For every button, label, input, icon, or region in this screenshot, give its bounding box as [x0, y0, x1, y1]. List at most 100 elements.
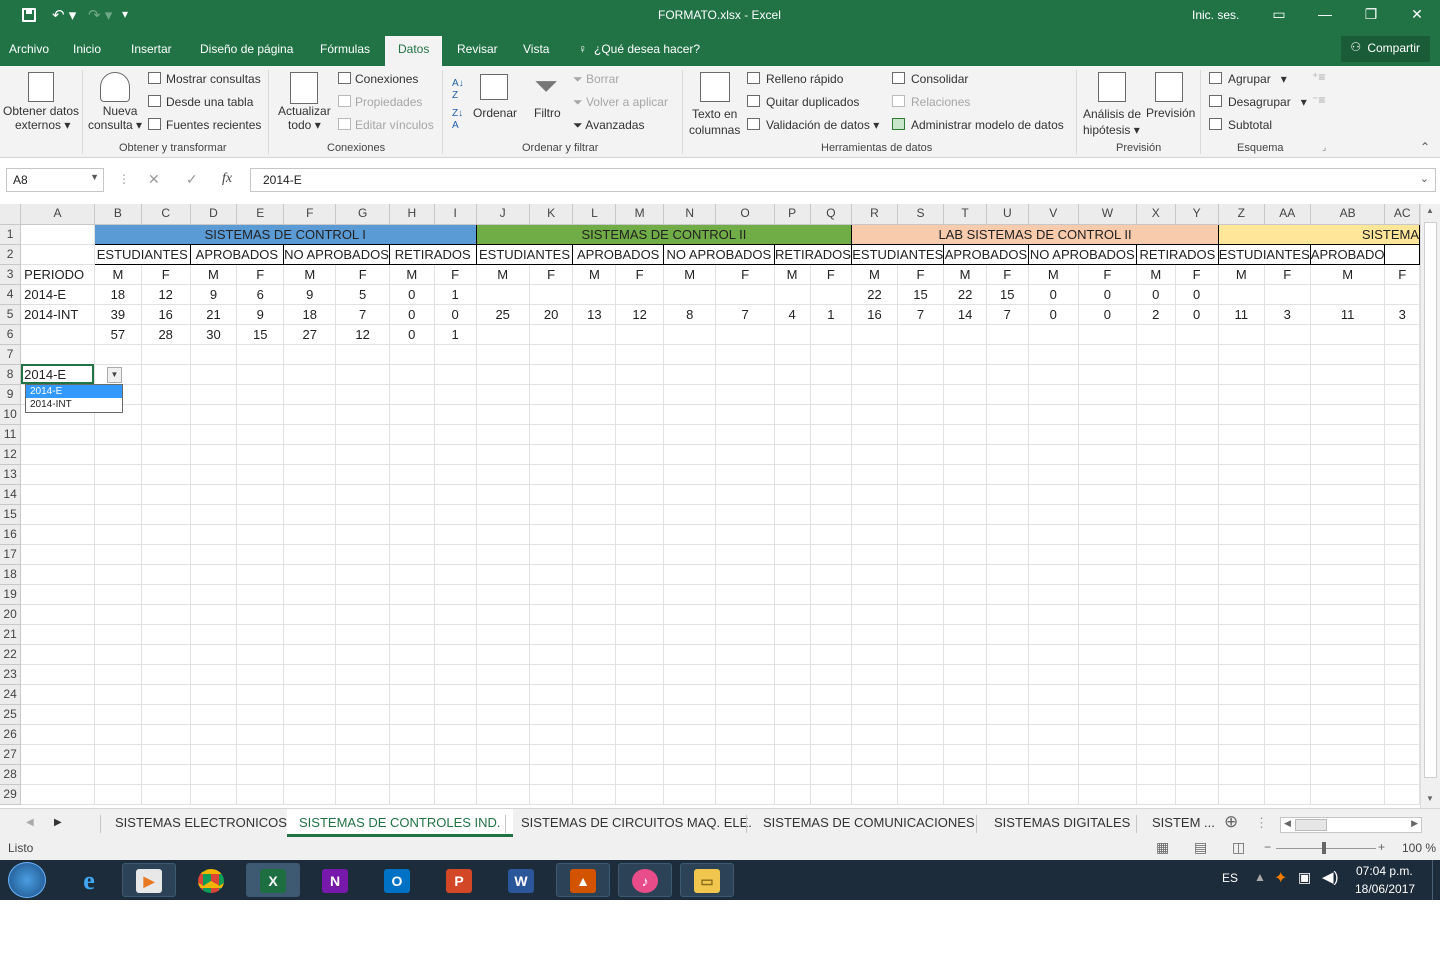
cell[interactable] — [897, 464, 945, 485]
cell[interactable] — [774, 764, 811, 785]
group-button[interactable]: Agrupar ▾ — [1228, 72, 1287, 86]
cell[interactable] — [20, 604, 95, 625]
cell[interactable] — [389, 684, 435, 705]
page-break-icon[interactable]: ◫ — [1232, 839, 1245, 856]
value-cell[interactable] — [774, 324, 811, 345]
cell[interactable] — [1264, 664, 1311, 685]
taskbar-matlab[interactable]: ▲ — [556, 863, 610, 897]
cell[interactable] — [1310, 664, 1386, 685]
cell[interactable] — [190, 664, 238, 685]
column-header[interactable]: O — [715, 204, 775, 225]
cell[interactable] — [529, 784, 574, 805]
cell[interactable] — [335, 464, 390, 485]
value-cell[interactable]: F — [141, 264, 191, 285]
cell[interactable] — [20, 684, 95, 705]
cell[interactable] — [1028, 464, 1079, 485]
cell[interactable] — [1078, 364, 1137, 385]
row-header[interactable]: 25 — [0, 704, 22, 725]
value-cell[interactable]: 12 — [141, 284, 191, 305]
cell[interactable] — [897, 744, 945, 765]
cell[interactable] — [897, 504, 945, 525]
cell[interactable] — [810, 504, 853, 525]
cell[interactable] — [1175, 744, 1219, 765]
cell[interactable] — [389, 344, 435, 365]
cell[interactable] — [774, 364, 811, 385]
cell[interactable] — [389, 484, 435, 505]
row-header[interactable]: 16 — [0, 524, 22, 545]
zoom-level[interactable]: 100 % — [1402, 841, 1436, 855]
cell[interactable] — [529, 564, 574, 585]
cell[interactable] — [1078, 644, 1137, 665]
cell[interactable] — [1136, 484, 1176, 505]
cell[interactable] — [663, 704, 717, 725]
cell[interactable] — [434, 644, 477, 665]
insert-function-icon[interactable]: fx — [222, 171, 232, 187]
cell[interactable] — [1384, 484, 1420, 505]
cell[interactable] — [986, 704, 1029, 725]
cell[interactable] — [389, 364, 435, 385]
cell[interactable] — [1028, 584, 1079, 605]
cell[interactable] — [94, 484, 142, 505]
cell[interactable] — [529, 724, 574, 745]
cell[interactable] — [389, 584, 435, 605]
cell[interactable] — [1264, 564, 1311, 585]
row-header[interactable]: 11 — [0, 424, 22, 445]
cell[interactable] — [529, 664, 574, 685]
sheet-tab[interactable]: SISTEMAS ELECTRONICOS — [115, 815, 287, 830]
cell[interactable] — [434, 444, 477, 465]
clock-time[interactable]: 07:04 p.m. — [1356, 864, 1413, 878]
value-cell[interactable]: F — [529, 264, 574, 285]
cell[interactable] — [434, 604, 477, 625]
cell[interactable] — [663, 484, 717, 505]
cell[interactable] — [1175, 344, 1219, 365]
cell[interactable] — [1136, 424, 1176, 445]
show-hidden-icons[interactable]: ▲ — [1254, 870, 1266, 884]
cell[interactable] — [715, 444, 775, 465]
tab-vista[interactable]: Vista — [523, 42, 549, 56]
value-cell[interactable]: F — [615, 264, 664, 285]
section-header-next[interactable]: SISTEMA — [1217, 223, 1420, 245]
value-cell[interactable]: F — [897, 264, 945, 285]
cell[interactable] — [1218, 404, 1265, 425]
cell[interactable] — [434, 584, 477, 605]
cell[interactable] — [774, 724, 811, 745]
cell[interactable] — [20, 764, 95, 785]
cell[interactable] — [434, 464, 477, 485]
cell[interactable] — [851, 724, 898, 745]
cell[interactable] — [1264, 444, 1311, 465]
cell[interactable] — [715, 564, 775, 585]
cell[interactable] — [615, 784, 664, 805]
value-cell[interactable]: 27 — [283, 324, 337, 345]
cell[interactable] — [851, 384, 898, 405]
value-cell[interactable]: 0 — [389, 324, 435, 345]
cell[interactable] — [1175, 664, 1219, 685]
cell[interactable] — [141, 764, 191, 785]
cell[interactable] — [897, 724, 945, 745]
cell[interactable] — [236, 764, 285, 785]
cell[interactable] — [774, 504, 811, 525]
cell[interactable] — [810, 664, 853, 685]
cell[interactable] — [1028, 404, 1079, 425]
value-cell[interactable]: 30 — [190, 324, 238, 345]
cell[interactable] — [94, 684, 142, 705]
cell[interactable] — [943, 504, 987, 525]
cell[interactable] — [615, 664, 664, 685]
cell[interactable] — [335, 384, 390, 405]
value-cell[interactable] — [572, 324, 617, 345]
cell[interactable] — [20, 344, 95, 365]
cell[interactable] — [572, 384, 617, 405]
cell[interactable] — [236, 584, 285, 605]
column-header[interactable]: AC — [1384, 204, 1420, 225]
cell[interactable] — [986, 724, 1029, 745]
cell[interactable] — [1310, 764, 1386, 785]
row-header[interactable]: 12 — [0, 444, 22, 465]
value-cell[interactable]: 16 — [141, 304, 191, 325]
column-header[interactable]: S — [897, 204, 945, 225]
cell[interactable] — [943, 344, 987, 365]
cell[interactable] — [715, 344, 775, 365]
cell[interactable] — [94, 444, 142, 465]
cell[interactable] — [1264, 724, 1311, 745]
cell[interactable] — [715, 464, 775, 485]
cell[interactable] — [572, 724, 617, 745]
cell[interactable] — [897, 764, 945, 785]
